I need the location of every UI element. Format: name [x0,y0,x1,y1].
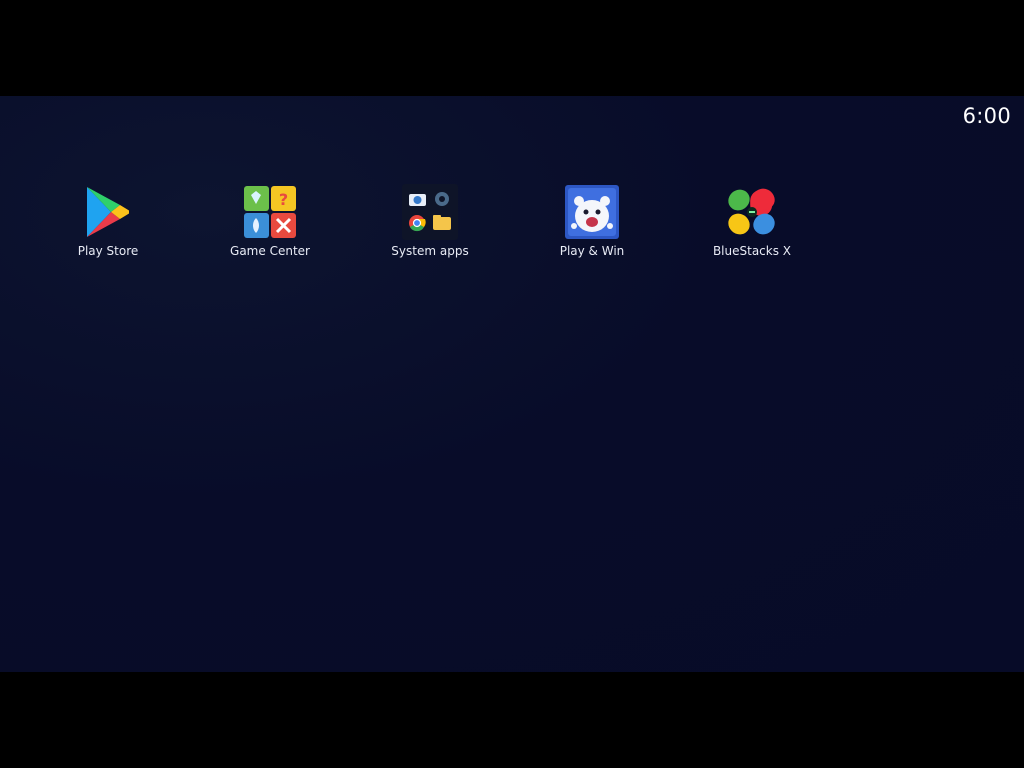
letterbox-bottom [0,672,1024,768]
system-apps-folder-icon [402,184,458,240]
game-center-icon: ? [242,184,298,240]
play-store-icon [80,184,136,240]
app-label: BlueStacks X [712,244,792,258]
app-system-apps[interactable]: System apps [360,184,500,264]
app-game-center[interactable]: ? Game Center [200,184,340,264]
app-play-and-win[interactable]: Play & Win [522,184,662,264]
play-and-win-icon [564,184,620,240]
app-label: Play Store [77,244,139,258]
app-label: Game Center [230,244,310,258]
app-play-store[interactable]: Play Store [38,184,178,264]
status-clock: 6:00 [962,104,1011,128]
app-bluestacks-x[interactable]: BlueStacks X [682,184,822,264]
letterbox-top [0,0,1024,96]
app-label: System apps [391,244,469,258]
app-label: Play & Win [559,244,625,258]
bluestacks-x-icon [724,184,780,240]
svg-text:?: ? [279,190,288,209]
home-screen: 6:00 Play Store ? Game Center System app… [0,96,1024,672]
